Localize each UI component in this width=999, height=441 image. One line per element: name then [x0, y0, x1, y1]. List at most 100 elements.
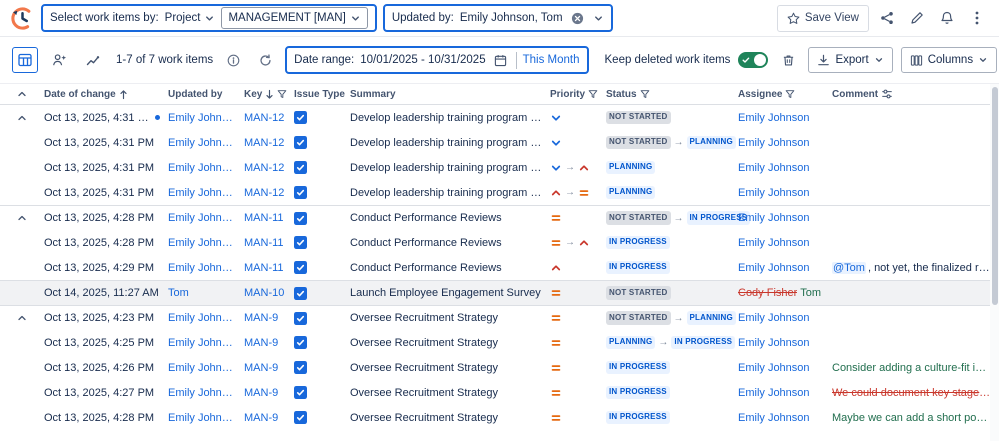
date-range-value[interactable]: 10/01/2025 - 10/31/2025	[360, 54, 485, 66]
priority-low-icon	[550, 162, 562, 174]
work-item-key-link[interactable]: MAN-9	[244, 412, 278, 424]
work-item-key-link[interactable]: MAN-10	[244, 287, 284, 299]
column-header-assignee[interactable]: Assignee	[738, 89, 832, 100]
table-row[interactable]: Oct 13, 2025, 4:31 PMEmily JohnsonMAN-12…	[0, 105, 999, 130]
updated-by-link[interactable]: Emily Johnson	[168, 237, 236, 249]
assignee-link[interactable]: Emily Johnson	[738, 412, 810, 424]
column-header-updated-by[interactable]: Updated by	[168, 89, 244, 100]
info-button[interactable]	[221, 48, 245, 72]
calendar-button[interactable]	[492, 51, 510, 69]
updated-by-link[interactable]: Emily Johnson	[168, 212, 236, 224]
column-header-issue-type[interactable]: Issue Type	[294, 89, 350, 100]
column-header-status[interactable]: Status	[606, 89, 738, 100]
column-header-summary[interactable]: Summary	[350, 89, 550, 100]
table-row[interactable]: Oct 14, 2025, 11:27 AMTomMAN-10Launch Em…	[0, 280, 999, 305]
updated-by-link[interactable]: Emily Johnson	[168, 337, 236, 349]
column-header-comment[interactable]: Comment	[832, 88, 999, 100]
assignee-link[interactable]: Emily Johnson	[738, 212, 810, 224]
table-row[interactable]: Oct 13, 2025, 4:26 PMEmily JohnsonMAN-9O…	[0, 355, 999, 380]
work-item-key-link[interactable]: MAN-12	[244, 162, 284, 174]
work-item-key-link[interactable]: MAN-11	[244, 237, 284, 249]
table-row[interactable]: Oct 13, 2025, 4:29 PMEmily JohnsonMAN-11…	[0, 255, 999, 280]
table-row[interactable]: Oct 13, 2025, 4:28 PMEmily JohnsonMAN-9O…	[0, 405, 999, 430]
updated-by-link[interactable]: Emily Johnson	[168, 387, 236, 399]
collapse-all-icon[interactable]	[16, 88, 28, 100]
scrollbar-thumb[interactable]	[992, 87, 998, 305]
work-item-key-link[interactable]: MAN-9	[244, 312, 278, 324]
work-item-key-link[interactable]: MAN-11	[244, 262, 284, 274]
filter-icon[interactable]	[277, 89, 287, 99]
assignee-link[interactable]: Emily Johnson	[738, 137, 810, 149]
table-view-button[interactable]	[12, 47, 38, 73]
keep-deleted-toggle[interactable]	[738, 52, 768, 68]
work-item-key-link[interactable]: MAN-9	[244, 387, 278, 399]
updated-by-link[interactable]: Emily Johnson	[168, 312, 236, 324]
table-row[interactable]: Oct 13, 2025, 4:25 PMEmily JohnsonMAN-9O…	[0, 330, 999, 355]
annotate-pen-button[interactable]	[905, 6, 929, 30]
columns-button[interactable]: Columns	[901, 47, 997, 73]
chevron-down-icon	[874, 55, 884, 65]
sort-ascending-icon[interactable]	[119, 89, 128, 100]
assignee-link[interactable]: Emily Johnson	[738, 337, 810, 349]
updated-by-link[interactable]: Emily Johnson	[168, 137, 236, 149]
save-view-button[interactable]: Save View	[777, 5, 869, 32]
assignee-link[interactable]: Emily Johnson	[738, 162, 810, 174]
updated-by-link[interactable]: Emily Johnson	[168, 187, 236, 199]
mention-link[interactable]: @Tom	[832, 262, 866, 274]
work-item-key-link[interactable]: MAN-11	[244, 212, 284, 224]
notifications-bell-button[interactable]	[935, 6, 959, 30]
collapse-all-cell[interactable]	[16, 88, 44, 100]
updated-by-link[interactable]: Tom	[168, 287, 189, 299]
updated-by-link[interactable]: Emily Johnson	[168, 412, 236, 424]
table-row[interactable]: Oct 13, 2025, 4:31 PMEmily JohnsonMAN-12…	[0, 155, 999, 180]
refresh-button[interactable]	[253, 48, 277, 72]
history-app-logo-icon[interactable]	[10, 6, 35, 31]
work-item-key-link[interactable]: MAN-9	[244, 337, 278, 349]
table-row[interactable]: Oct 13, 2025, 4:23 PMEmily JohnsonMAN-9O…	[0, 305, 999, 330]
filter-icon[interactable]	[588, 89, 598, 99]
assignee-link[interactable]: Emily Johnson	[738, 237, 810, 249]
assignee-link[interactable]: Emily Johnson	[738, 112, 810, 124]
this-month-button[interactable]: This Month	[523, 54, 580, 66]
updated-by-link[interactable]: Emily Johnson	[168, 262, 236, 274]
filter-mode-dropdown[interactable]: Project	[165, 12, 216, 24]
select-work-items-label: Select work items by:	[50, 12, 159, 24]
assignee-link[interactable]: Emily Johnson	[738, 362, 810, 374]
work-item-key-link[interactable]: MAN-12	[244, 187, 284, 199]
vertical-scrollbar[interactable]	[990, 84, 999, 441]
assignee-link[interactable]: Emily Johnson	[738, 262, 810, 274]
more-menu-button[interactable]	[965, 6, 989, 30]
column-settings-icon[interactable]	[881, 88, 893, 100]
sort-descending-icon[interactable]	[265, 89, 274, 100]
collapse-group-icon[interactable]	[16, 112, 28, 124]
filter-icon[interactable]	[785, 89, 795, 99]
work-item-key-link[interactable]: MAN-9	[244, 362, 278, 374]
table-row[interactable]: Oct 13, 2025, 4:28 PMEmily JohnsonMAN-11…	[0, 230, 999, 255]
table-row[interactable]: Oct 13, 2025, 4:28 PMEmily JohnsonMAN-11…	[0, 205, 999, 230]
work-item-key-link[interactable]: MAN-12	[244, 137, 284, 149]
project-dropdown[interactable]: MANAGEMENT [MAN]	[221, 7, 367, 29]
assignee-link[interactable]: Emily Johnson	[738, 312, 810, 324]
assignee-link[interactable]: Emily Johnson	[738, 387, 810, 399]
updated-by-link[interactable]: Emily Johnson	[168, 362, 236, 374]
table-row[interactable]: Oct 13, 2025, 4:31 PMEmily JohnsonMAN-12…	[0, 180, 999, 205]
work-item-key-link[interactable]: MAN-12	[244, 112, 284, 124]
clear-filter-button[interactable]	[569, 9, 587, 27]
updated-by-filter[interactable]: Updated by: Emily Johnson, Tom	[383, 4, 613, 32]
share-button[interactable]	[875, 6, 899, 30]
chart-view-button[interactable]	[80, 47, 106, 73]
collapse-group-icon[interactable]	[16, 312, 28, 324]
delete-button[interactable]	[776, 48, 800, 72]
table-row[interactable]: Oct 13, 2025, 4:31 PMEmily JohnsonMAN-12…	[0, 130, 999, 155]
people-view-button[interactable]	[46, 47, 72, 73]
updated-by-link[interactable]: Emily Johnson	[168, 162, 236, 174]
export-button[interactable]: Export	[808, 47, 892, 73]
column-header-key[interactable]: Key	[244, 89, 294, 100]
collapse-group-icon[interactable]	[16, 212, 28, 224]
column-header-priority[interactable]: Priority	[550, 89, 606, 100]
column-header-date-of-change[interactable]: Date of change	[44, 89, 168, 100]
table-row[interactable]: Oct 13, 2025, 4:27 PMEmily JohnsonMAN-9O…	[0, 380, 999, 405]
updated-by-link[interactable]: Emily Johnson	[168, 112, 236, 124]
filter-icon[interactable]	[640, 89, 650, 99]
assignee-link[interactable]: Emily Johnson	[738, 187, 810, 199]
